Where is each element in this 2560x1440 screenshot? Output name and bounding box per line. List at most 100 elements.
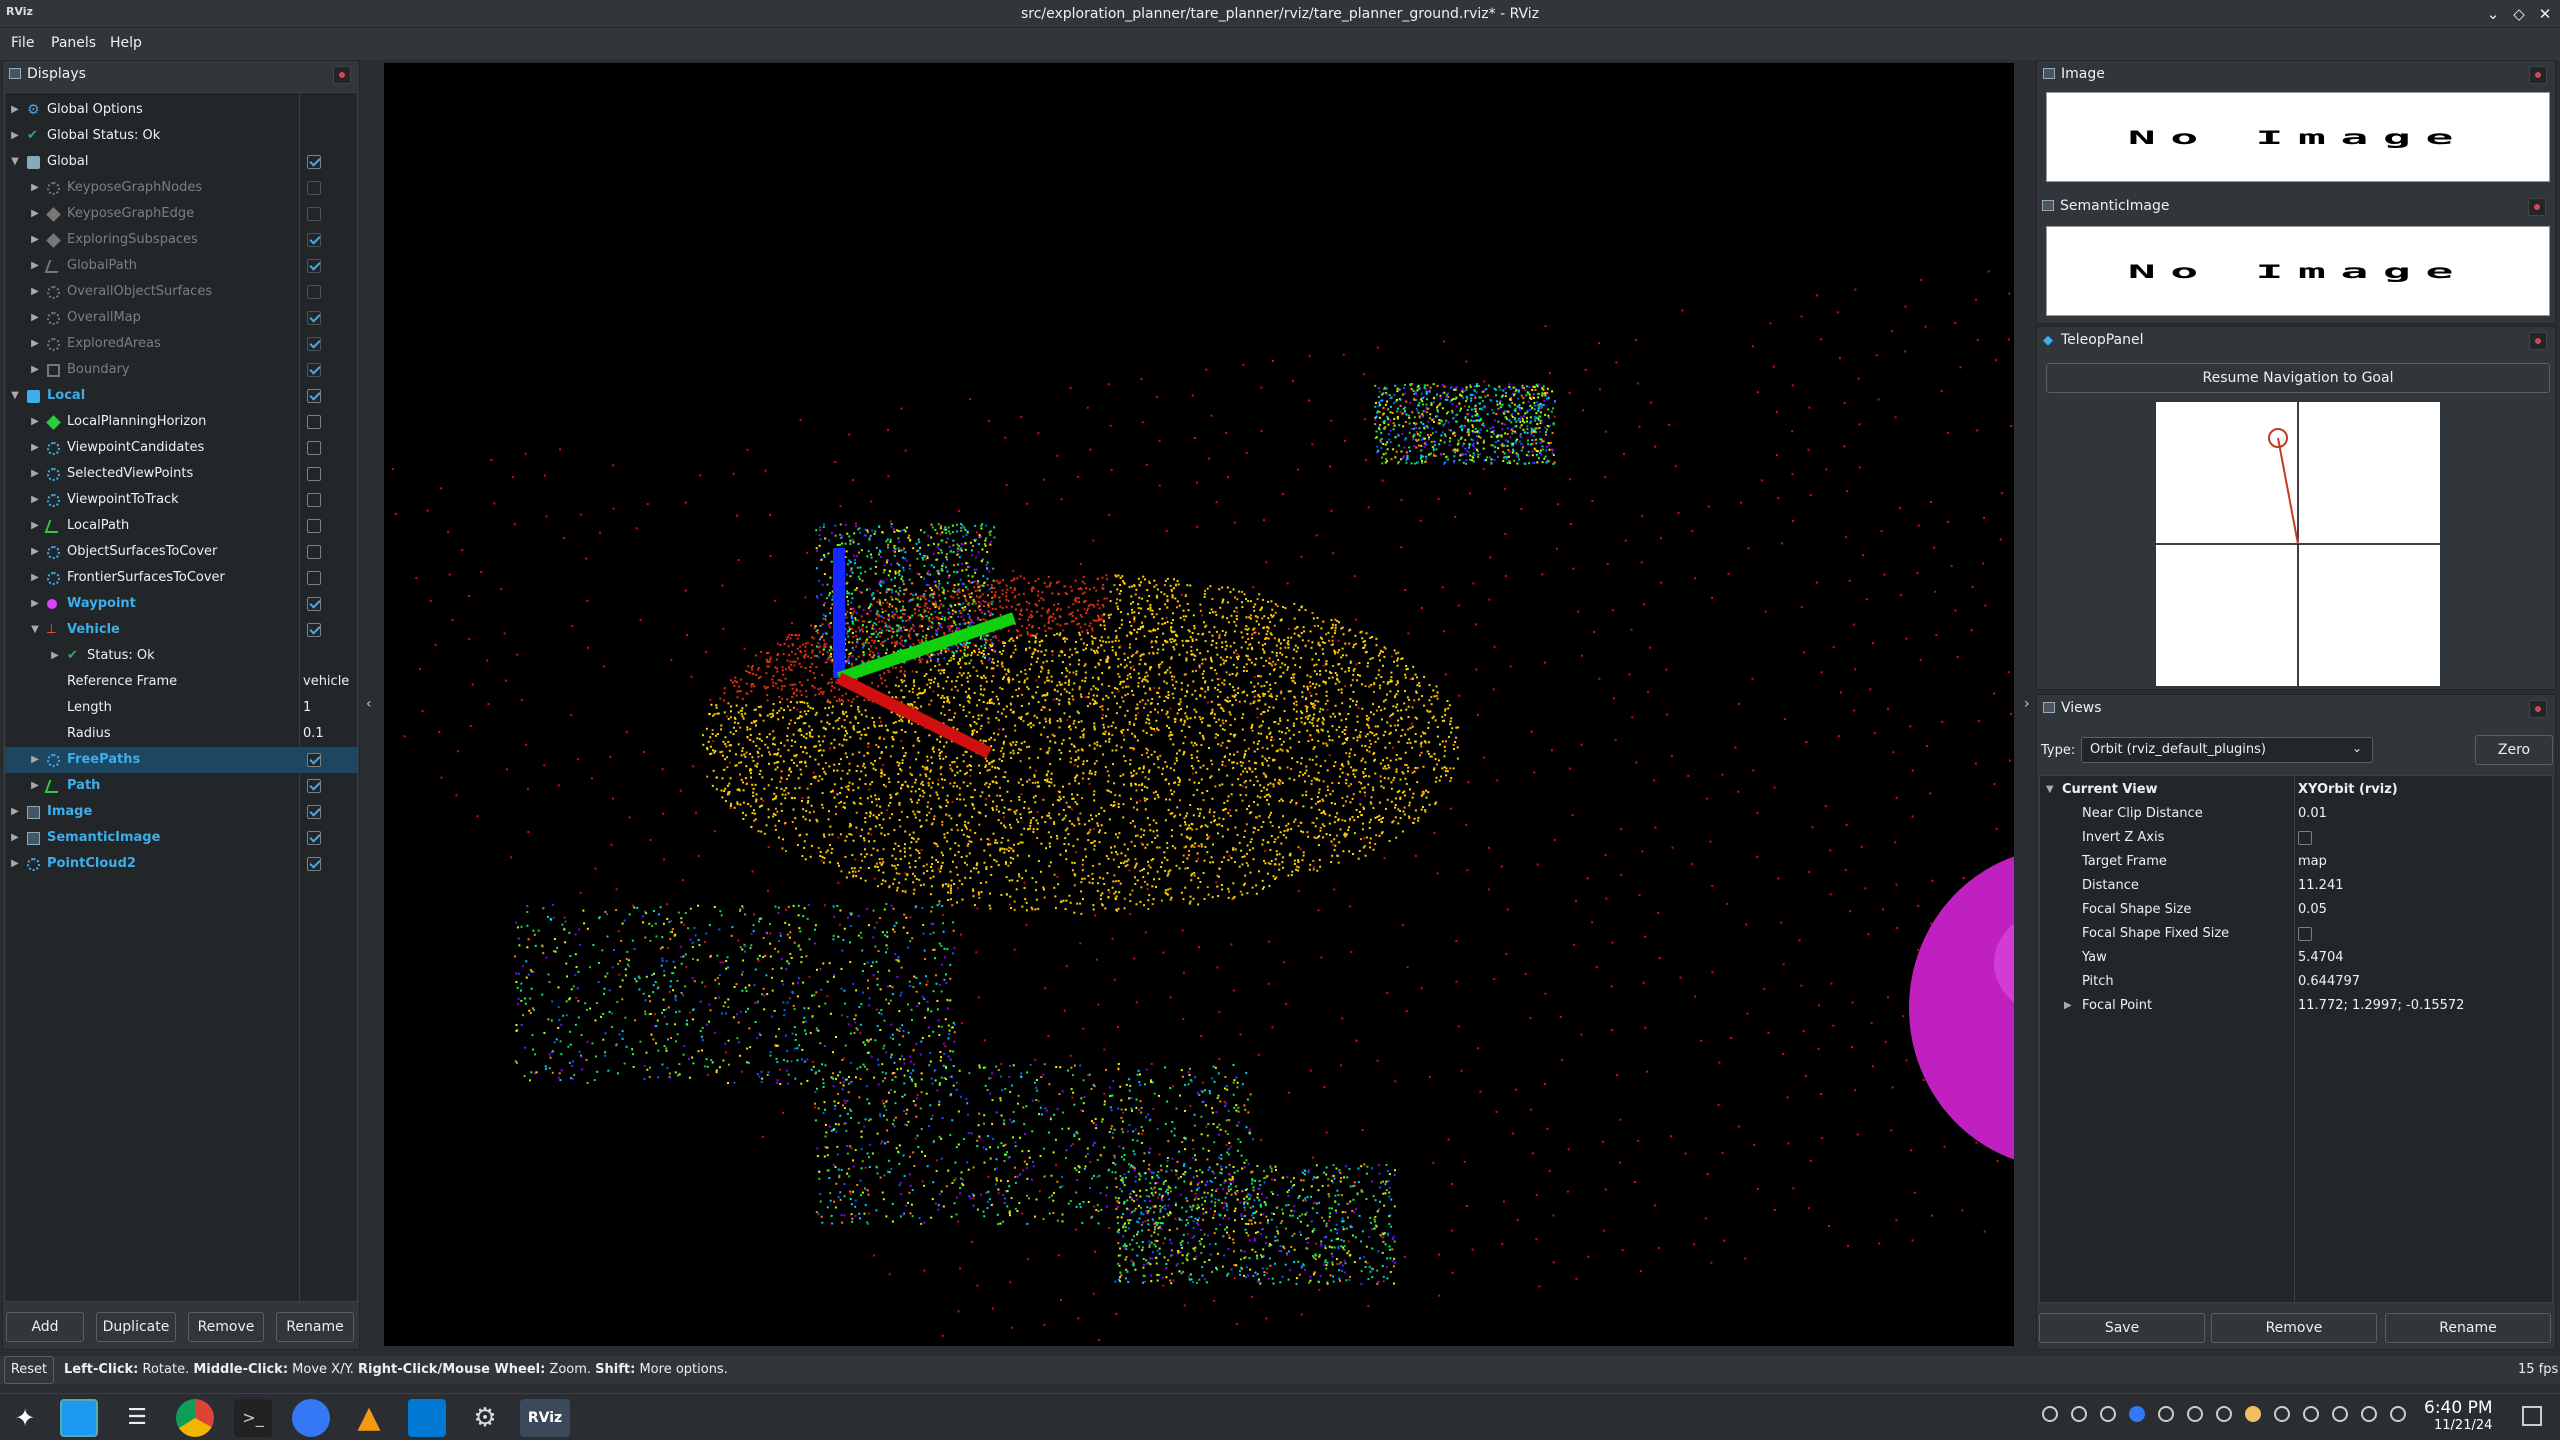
vscode-icon[interactable] bbox=[408, 1399, 446, 1437]
chevron-right-icon[interactable]: ▶ bbox=[9, 799, 21, 825]
chevron-down-icon[interactable]: ▼ bbox=[9, 149, 21, 175]
view-property-value[interactable]: 0.01 bbox=[2298, 802, 2327, 826]
chevron-right-icon[interactable]: ▶ bbox=[29, 357, 41, 383]
visibility-checkbox[interactable] bbox=[307, 337, 321, 351]
display-item[interactable]: ▶ ExploredAreas bbox=[5, 331, 357, 357]
rename-view-button[interactable]: Rename bbox=[2385, 1313, 2551, 1343]
display-item[interactable]: ▶ Boundary bbox=[5, 357, 357, 383]
property-checkbox[interactable] bbox=[2298, 927, 2312, 941]
display-item[interactable]: ▶ Path bbox=[5, 773, 357, 799]
view-type-select[interactable]: Orbit (rviz_default_plugins) ⌄ bbox=[2081, 737, 2373, 763]
network-status-icon[interactable] bbox=[2129, 1406, 2145, 1422]
display-item[interactable]: ▶ PointCloud2 bbox=[5, 851, 357, 877]
display-item[interactable]: ▼ Global bbox=[5, 149, 357, 175]
visibility-checkbox[interactable] bbox=[307, 233, 321, 247]
clock-time[interactable]: 6:40 PM bbox=[2424, 1398, 2493, 1418]
view-property-value[interactable]: 0.05 bbox=[2298, 898, 2327, 922]
visibility-checkbox[interactable] bbox=[307, 519, 321, 533]
show-desktop-icon[interactable] bbox=[2522, 1406, 2542, 1426]
view-property-row[interactable]: Invert Z Axis bbox=[2040, 826, 2550, 850]
chevron-right-icon[interactable]: ▶ bbox=[29, 773, 41, 799]
displays-tree[interactable]: ▶ ⚙ Global Options ▶ ✔ Global Status: Ok ▼ Glob… bbox=[4, 92, 358, 1302]
display-item[interactable]: ▶ FrontierSurfacesToCover bbox=[5, 565, 357, 591]
display-item[interactable]: ▶ ObjectSurfacesToCover bbox=[5, 539, 357, 565]
view-property-row[interactable]: Focal Shape Fixed Size bbox=[2040, 922, 2550, 946]
display-item-value[interactable]: 0.1 bbox=[303, 721, 324, 747]
zero-button[interactable]: Zero bbox=[2475, 735, 2553, 765]
view-properties-tree[interactable]: ▼ Current View XYOrbit (rviz) Near Clip … bbox=[2039, 775, 2553, 1303]
view-property-row[interactable]: Distance 11.241 bbox=[2040, 874, 2550, 898]
visibility-checkbox[interactable] bbox=[307, 259, 321, 273]
expand-tray-icon[interactable] bbox=[2390, 1406, 2406, 1422]
visibility-checkbox[interactable] bbox=[307, 571, 321, 585]
clock-date[interactable]: 11/21/24 bbox=[2434, 1418, 2492, 1433]
view-property-row[interactable]: Yaw 5.4704 bbox=[2040, 946, 2550, 970]
menu-file[interactable]: File bbox=[11, 35, 34, 51]
gear-icon[interactable]: ⚙ bbox=[466, 1399, 504, 1437]
view-property-row[interactable]: Target Frame map bbox=[2040, 850, 2550, 874]
visibility-checkbox[interactable] bbox=[307, 181, 321, 195]
vlc-icon[interactable]: ▲ bbox=[350, 1399, 388, 1437]
display-item[interactable]: ▶ ViewpointCandidates bbox=[5, 435, 357, 461]
chevron-right-icon[interactable]: ▶ bbox=[29, 279, 41, 305]
maximize-icon[interactable]: ◇ bbox=[2508, 3, 2530, 25]
reset-button[interactable]: Reset bbox=[4, 1356, 54, 1384]
visibility-checkbox[interactable] bbox=[307, 415, 321, 429]
bluetooth-icon[interactable] bbox=[2332, 1406, 2348, 1422]
visibility-checkbox[interactable] bbox=[307, 493, 321, 507]
display-item[interactable]: ▶ LocalPlanningHorizon bbox=[5, 409, 357, 435]
minimize-icon[interactable]: ⌄ bbox=[2482, 3, 2504, 25]
close-panel-icon[interactable] bbox=[333, 66, 351, 84]
close-panel-icon[interactable] bbox=[2529, 332, 2547, 350]
chevron-right-icon[interactable]: ▶ bbox=[29, 175, 41, 201]
display-item[interactable]: ▶ ⚙ Global Options bbox=[5, 97, 357, 123]
view-property-row[interactable]: Focal Shape Size 0.05 bbox=[2040, 898, 2550, 922]
image-icon[interactable] bbox=[2274, 1406, 2290, 1422]
visibility-checkbox[interactable] bbox=[307, 545, 321, 559]
visibility-checkbox[interactable] bbox=[307, 831, 321, 845]
resume-navigation-button[interactable]: Resume Navigation to Goal bbox=[2046, 363, 2550, 393]
display-item[interactable]: ▶ GlobalPath bbox=[5, 253, 357, 279]
file-manager-icon[interactable] bbox=[60, 1399, 98, 1437]
display-item[interactable]: ▶ OverallMap bbox=[5, 305, 357, 331]
chevron-right-icon[interactable]: ▶ bbox=[29, 461, 41, 487]
chevron-down-icon[interactable]: ▼ bbox=[9, 383, 21, 409]
volume-icon[interactable] bbox=[2303, 1406, 2319, 1422]
visibility-checkbox[interactable] bbox=[307, 207, 321, 221]
display-item[interactable]: Radius 0.1 bbox=[5, 721, 357, 747]
teleop-joystick-pad[interactable] bbox=[2156, 402, 2440, 686]
clipboard-icon[interactable] bbox=[2187, 1406, 2203, 1422]
view-property-row[interactable]: ▶ Focal Point 11.772; 1.2997; -0.15572 bbox=[2040, 994, 2550, 1018]
visibility-checkbox[interactable] bbox=[307, 285, 321, 299]
visibility-checkbox[interactable] bbox=[307, 311, 321, 325]
chevron-right-icon[interactable]: ▶ bbox=[29, 305, 41, 331]
chevron-right-icon[interactable]: ▶ bbox=[29, 565, 41, 591]
chevron-right-icon[interactable]: ▶ bbox=[2064, 994, 2072, 1018]
visibility-checkbox[interactable] bbox=[307, 857, 321, 871]
rename-display-button[interactable]: Rename bbox=[276, 1312, 354, 1342]
display-item[interactable]: ▶ ViewpointToTrack bbox=[5, 487, 357, 513]
chevron-right-icon[interactable]: ▶ bbox=[29, 513, 41, 539]
chrome-icon[interactable] bbox=[176, 1399, 214, 1437]
chevron-right-icon[interactable]: ▶ bbox=[29, 331, 41, 357]
view-property-row[interactable]: Near Clip Distance 0.01 bbox=[2040, 802, 2550, 826]
chevron-right-icon[interactable]: ▶ bbox=[9, 97, 21, 123]
display-item[interactable]: ▶ Waypoint bbox=[5, 591, 357, 617]
remove-display-button[interactable]: Remove bbox=[188, 1312, 264, 1342]
close-icon[interactable]: ✕ bbox=[2534, 3, 2556, 25]
save-view-button[interactable]: Save bbox=[2039, 1313, 2205, 1343]
view-property-value[interactable]: 0.644797 bbox=[2298, 970, 2360, 994]
display-item[interactable]: ▶ LocalPath bbox=[5, 513, 357, 539]
visibility-checkbox[interactable] bbox=[307, 623, 321, 637]
view-property-value[interactable]: 5.4704 bbox=[2298, 946, 2344, 970]
visibility-checkbox[interactable] bbox=[307, 779, 321, 793]
display-item[interactable]: Length 1 bbox=[5, 695, 357, 721]
add-button[interactable]: Add bbox=[6, 1312, 84, 1342]
visibility-checkbox[interactable] bbox=[307, 805, 321, 819]
wifi-icon[interactable] bbox=[2361, 1406, 2377, 1422]
chevron-right-icon[interactable]: ▶ bbox=[29, 591, 41, 617]
menu-help[interactable]: Help bbox=[110, 35, 142, 51]
visibility-checkbox[interactable] bbox=[307, 597, 321, 611]
menu-panels[interactable]: Panels bbox=[51, 35, 96, 51]
display-item[interactable]: ▶ KeyposeGraphEdge bbox=[5, 201, 357, 227]
